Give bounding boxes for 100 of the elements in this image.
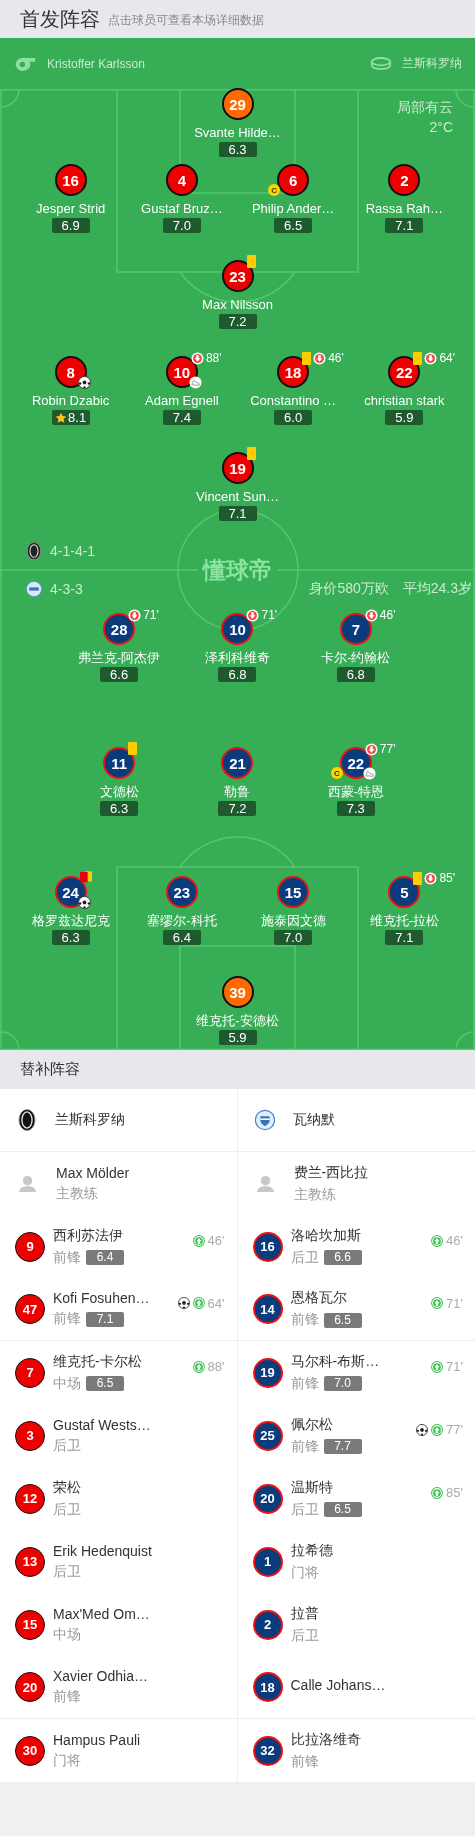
sub-minute: 88' xyxy=(205,351,222,365)
player-position: 前锋 xyxy=(53,1688,81,1706)
player-number[interactable]: 7 xyxy=(15,1357,45,1388)
player-number[interactable]: 9 xyxy=(15,1231,45,1262)
player-name[interactable]: 比拉洛维奇 xyxy=(290,1730,463,1749)
player-number[interactable]: 11 xyxy=(103,747,136,779)
player-rating: 6.5 xyxy=(86,1376,124,1391)
booking-card-icon xyxy=(246,447,256,460)
player-number[interactable]: 39 xyxy=(221,976,254,1008)
captain-badge: C xyxy=(268,184,281,196)
sub-minute: 46' xyxy=(207,1233,225,1248)
player-name[interactable]: Hampus Pauli xyxy=(53,1731,225,1748)
player-name[interactable]: 格罗兹达尼克 xyxy=(31,913,110,929)
player-name[interactable]: christian stark xyxy=(364,393,445,409)
player-number[interactable]: 18 xyxy=(252,1672,283,1702)
sub-out-icon xyxy=(364,608,378,622)
player-number[interactable]: 12 xyxy=(15,1483,45,1514)
player-name[interactable]: Robin Dzabic xyxy=(31,393,110,409)
section-title: 替补阵容 xyxy=(20,1060,80,1079)
player-number[interactable]: 14 xyxy=(252,1294,283,1324)
sub-in-icon xyxy=(431,1297,444,1309)
sub-minute: 64' xyxy=(207,1295,225,1311)
player-name[interactable]: Xavier Odhia… xyxy=(53,1668,225,1684)
player-name[interactable]: 洛哈坎加斯 xyxy=(290,1226,432,1245)
player-name[interactable]: Erik Hedenquist xyxy=(53,1542,225,1559)
player-number[interactable]: 13 xyxy=(15,1546,45,1577)
player-name[interactable]: Calle Johans… xyxy=(290,1677,463,1693)
player-number[interactable]: 16 xyxy=(252,1231,283,1262)
player-name[interactable]: Adam Egnell xyxy=(145,393,219,409)
player-name[interactable]: 文德松 xyxy=(99,784,139,800)
player-number[interactable]: 6 xyxy=(277,164,310,196)
player-number[interactable]: 19 xyxy=(252,1357,283,1388)
player-rating: 7.0 xyxy=(323,1376,362,1391)
player-number[interactable]: 23 xyxy=(221,260,254,292)
player-name[interactable]: Kofi Fosuhen… xyxy=(53,1290,178,1306)
sub-out-icon xyxy=(424,871,438,885)
player-name[interactable]: Gustaf Bruz… xyxy=(141,201,223,217)
player-name[interactable]: 勒鲁 xyxy=(224,784,251,800)
player-position: 后卫 xyxy=(53,1500,81,1519)
player-name[interactable]: 拉希德 xyxy=(290,1541,463,1560)
player-name[interactable]: 卡尔-约翰松 xyxy=(321,650,391,666)
player-name[interactable]: 马尔科-布斯… xyxy=(290,1352,432,1371)
player-name[interactable]: 施泰因文德 xyxy=(260,913,326,929)
player-number[interactable]: 21 xyxy=(221,747,254,779)
soccer-ball-icon xyxy=(416,1423,429,1436)
player-name[interactable]: Rassa Rah… xyxy=(365,201,444,217)
player-number[interactable]: 20 xyxy=(15,1672,45,1702)
player-number[interactable]: 29 xyxy=(221,88,254,120)
player-number[interactable]: 7 xyxy=(339,613,372,645)
sub-minute: 85' xyxy=(446,1485,463,1500)
player-name[interactable]: 维克托-卡尔松 xyxy=(53,1352,193,1371)
player-number[interactable]: 30 xyxy=(15,1735,45,1766)
player-name[interactable]: 佩尔松 xyxy=(290,1415,417,1434)
player-number[interactable]: 25 xyxy=(252,1420,283,1451)
player-name[interactable]: Constantino … xyxy=(250,393,337,409)
player-number[interactable]: 5 xyxy=(388,876,421,908)
player-number[interactable]: 1 xyxy=(252,1546,283,1577)
player-name[interactable]: Max Nilsson xyxy=(202,297,273,313)
player-rating: 5.9 xyxy=(218,1030,257,1045)
player-number[interactable]: 47 xyxy=(15,1294,45,1324)
player-number[interactable]: 8 xyxy=(54,356,87,388)
player-name[interactable]: 西蒙-特恩 xyxy=(327,784,384,800)
stadium-icon xyxy=(370,56,392,71)
player-rating: 6.0 xyxy=(274,410,313,425)
player-number[interactable]: 2 xyxy=(252,1609,283,1640)
player-name[interactable]: 维克托-安德松 xyxy=(196,1013,279,1029)
player-name[interactable]: Svante Hilde… xyxy=(194,125,281,141)
formation-label: 4-3-3 xyxy=(50,581,83,597)
player-number[interactable]: 15 xyxy=(15,1609,45,1640)
player-name[interactable]: 泽利科维奇 xyxy=(205,650,270,666)
player-name[interactable]: Vincent Sun… xyxy=(196,489,279,505)
player-number[interactable]: 28 xyxy=(103,613,136,645)
player-number[interactable]: 15 xyxy=(277,876,310,908)
player-name[interactable]: 温斯特 xyxy=(290,1478,432,1497)
player-position: 后卫 xyxy=(53,1436,81,1455)
player-name[interactable]: 荣松 xyxy=(53,1478,225,1497)
player-number[interactable]: 20 xyxy=(252,1483,283,1514)
player-name[interactable]: 西利苏法伊 xyxy=(53,1226,193,1245)
player-name[interactable]: 恩格瓦尔 xyxy=(290,1289,432,1307)
player-name[interactable]: 塞缪尔-科托 xyxy=(147,913,217,929)
player-name[interactable]: Max'Med Om… xyxy=(53,1605,225,1622)
section-hint: 点击球员可查看本场详细数据 xyxy=(108,12,264,29)
player-number[interactable]: 2 xyxy=(388,164,421,196)
player-number[interactable]: 16 xyxy=(54,164,87,196)
player-name[interactable]: Jesper Strid xyxy=(35,201,106,217)
player-number[interactable]: 4 xyxy=(165,164,198,196)
player-name[interactable]: 维克托-拉松 xyxy=(369,913,440,929)
player-number[interactable]: 23 xyxy=(165,876,198,908)
player-number[interactable]: 19 xyxy=(221,452,254,484)
team-logo xyxy=(26,580,42,598)
player-name[interactable]: Philip Ander… xyxy=(251,201,335,217)
player-name[interactable]: 弗兰克-阿杰伊 xyxy=(78,650,161,666)
player-number[interactable]: 10 xyxy=(165,356,198,388)
player-name[interactable]: 拉普 xyxy=(290,1604,463,1623)
player-name[interactable]: Gustaf Wests… xyxy=(53,1416,225,1433)
player-number[interactable]: 18 xyxy=(277,356,310,388)
player-number[interactable]: 22 xyxy=(388,356,421,388)
player-number[interactable]: 32 xyxy=(252,1735,283,1766)
player-number[interactable]: 3 xyxy=(15,1420,45,1451)
player-number[interactable]: 10 xyxy=(221,613,254,645)
